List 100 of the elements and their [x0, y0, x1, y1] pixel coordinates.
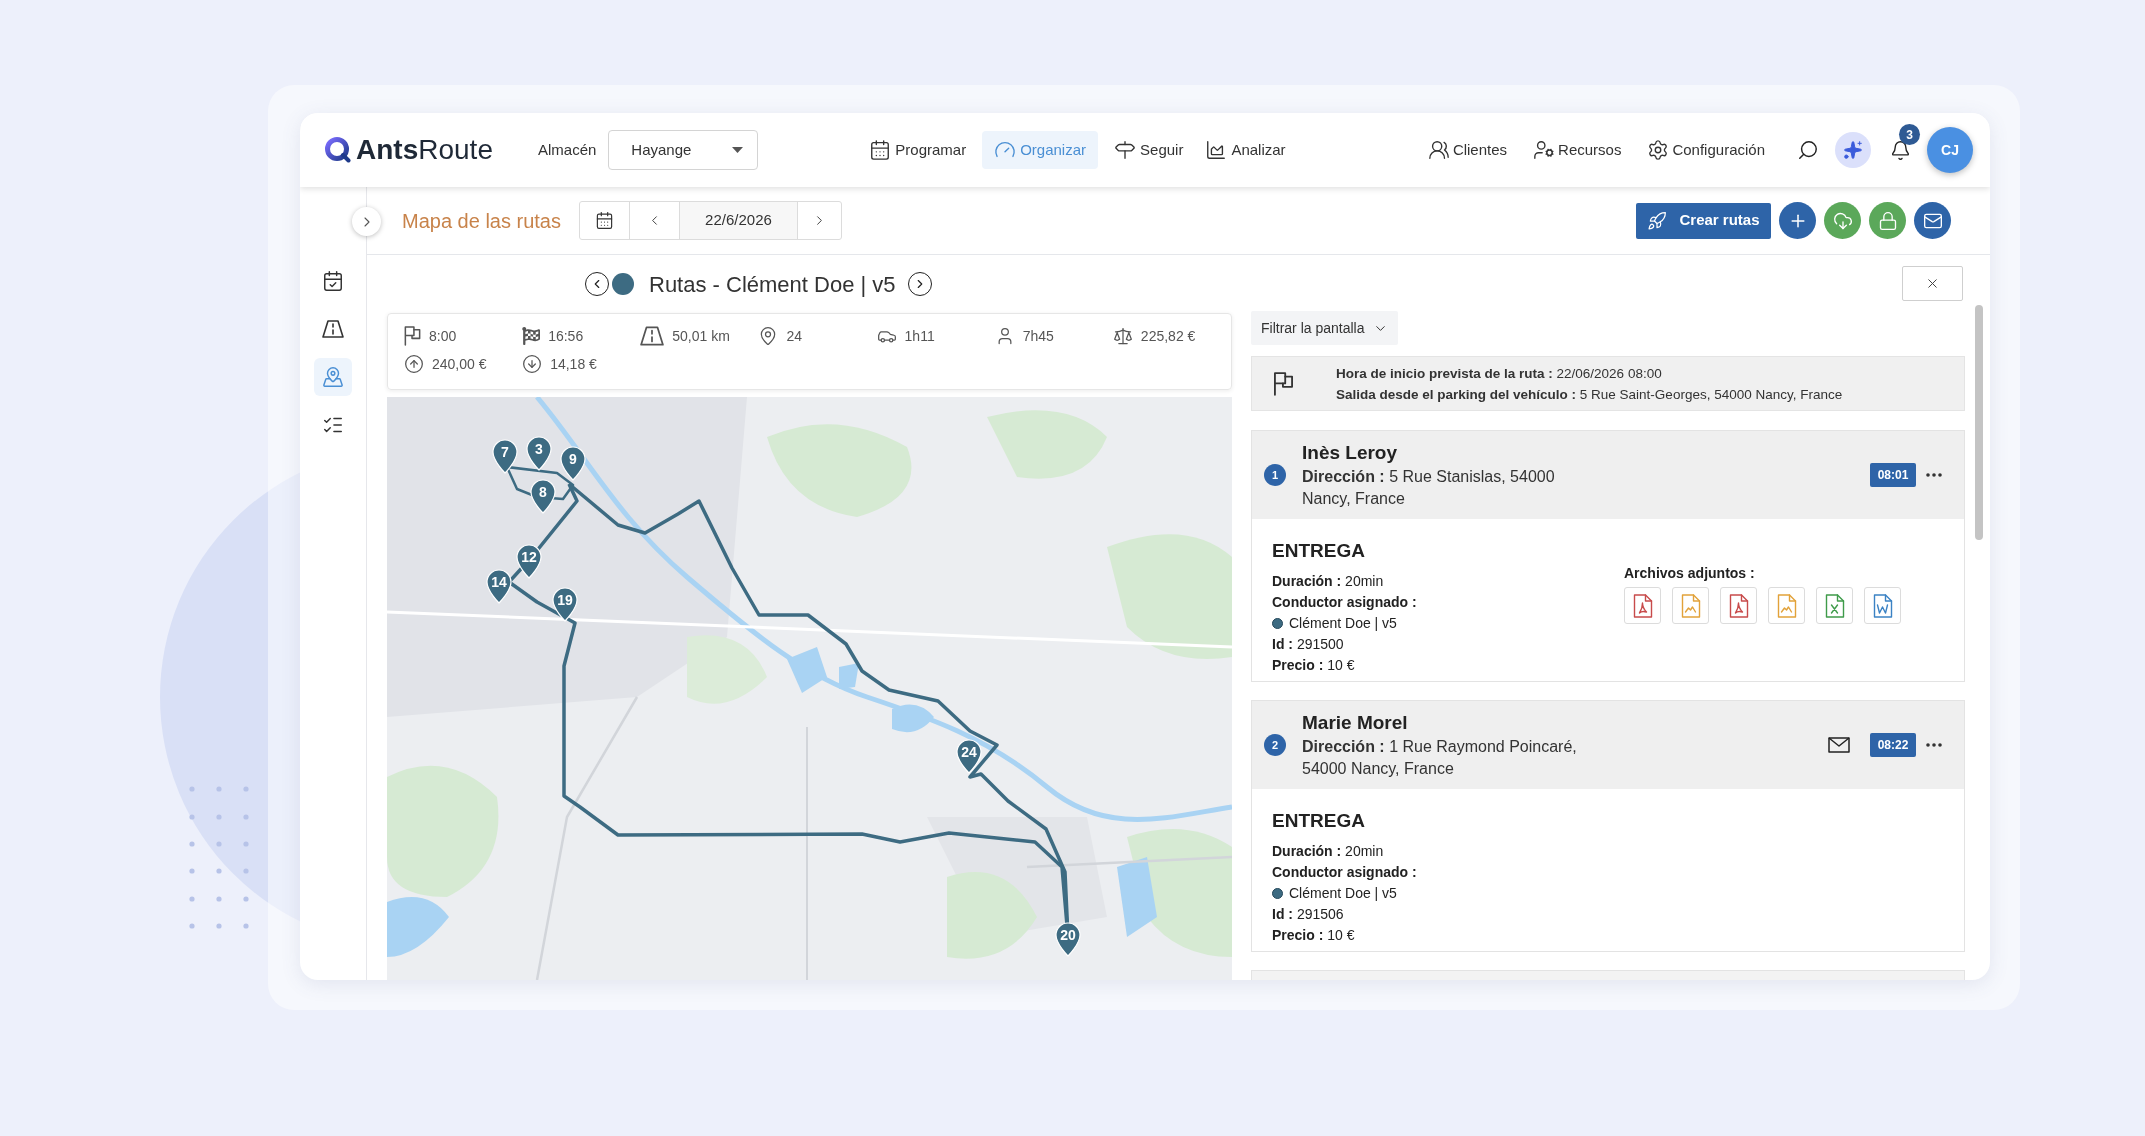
stat-value: 8:00 — [429, 326, 457, 346]
flag-icon — [404, 326, 421, 346]
map-marker[interactable]: 7 — [491, 438, 519, 474]
calendar-icon — [869, 139, 892, 161]
customer-name: Marie Morel — [1302, 711, 1409, 735]
download-button[interactable] — [1824, 202, 1861, 239]
map-marker[interactable]: 3 — [525, 435, 553, 471]
customer-address: Dirección : 1 Rue Raymond Poincaré, 54000 Nancy, France — [1302, 737, 1578, 779]
sparkles-icon — [1843, 140, 1863, 160]
detail-text: Duración : 20min — [1272, 572, 1385, 591]
nav-menu-item[interactable]: Configuración — [1647, 138, 1765, 162]
detail-text: Precio : 10 € — [1272, 656, 1356, 675]
detail-label: Conductor asignado : — [1272, 593, 1418, 612]
caret-down-icon — [732, 147, 744, 153]
image-file-icon — [1680, 593, 1701, 618]
lock-icon — [1877, 210, 1898, 231]
checkered-flag-icon — [522, 327, 541, 345]
chart-icon — [1205, 139, 1228, 161]
warehouse-select[interactable]: Hayange — [608, 130, 759, 170]
customer-address: Dirección : 5 Rue Stanislas, 54000 Nancy, France — [1302, 467, 1556, 509]
cloud-download-icon — [1832, 210, 1853, 231]
arrow-down-circle-icon — [522, 354, 543, 374]
stat-value: 225,82 € — [1140, 326, 1196, 346]
more-icon — [1926, 473, 1942, 477]
scale-icon — [1112, 326, 1133, 346]
flag-icon — [1273, 371, 1294, 396]
assistant-button[interactable] — [1835, 132, 1871, 168]
nav-menu-item[interactable]: Seguir — [1108, 131, 1190, 169]
task-type: ENTREGA — [1272, 539, 1366, 563]
detail-label: Conductor asignado : — [1272, 863, 1418, 882]
stat-value: 16:56 — [548, 326, 584, 346]
attachment-file[interactable] — [1864, 587, 1901, 624]
nav-menu-item[interactable]: Analizar — [1199, 131, 1292, 169]
search-icon — [1797, 139, 1819, 161]
logo-icon[interactable] — [325, 137, 351, 163]
stat-value: 240,00 € — [432, 354, 487, 374]
nav-menu-item[interactable]: Recursos — [1533, 138, 1622, 162]
task-type: ENTREGA — [1272, 809, 1366, 833]
notification-count: 3 — [1899, 124, 1920, 145]
map-marker[interactable]: 14 — [485, 568, 513, 604]
detail-text: Id : 291500 — [1272, 635, 1345, 654]
bell-icon — [1889, 139, 1911, 161]
map-marker[interactable]: 12 — [515, 543, 543, 579]
route-start-text: Salida desde el parking del vehículo : 5 Rue Saint-Georges, 54000 Nancy, France — [1336, 385, 1843, 403]
people-icon — [1427, 139, 1450, 161]
detail-text: Duración : 20min — [1272, 842, 1385, 861]
stop-card[interactable]: 2 Marie Morel Dirección : 1 Rue Raymond Poincaré, 54000 Nancy, France 08:22 ENTREGA Duración : 20min Conductor asignado : Clément Doe | v5 Id : 291506 Precio : 10 € — [1251, 700, 1965, 952]
time-badge: 08:01 — [1870, 463, 1916, 487]
calendar-icon — [595, 211, 614, 230]
warehouse-label: Almacén — [537, 139, 597, 160]
map-marker[interactable]: 19 — [551, 586, 579, 622]
pdf-file-icon — [1728, 593, 1749, 618]
email-button[interactable] — [1914, 202, 1951, 239]
stat-value: 7h45 — [1022, 326, 1054, 346]
stat-value: 1h11 — [904, 326, 935, 346]
time-badge: 08:22 — [1870, 733, 1916, 757]
lock-button[interactable] — [1869, 202, 1906, 239]
driver-name: Clément Doe | v5 — [1289, 614, 1397, 633]
attachment-file[interactable] — [1816, 587, 1853, 624]
map-marker[interactable]: 8 — [529, 478, 557, 514]
stop-number-badge: 2 — [1264, 734, 1286, 756]
date-field[interactable]: 22/6/2026 — [680, 202, 798, 239]
stat-value: 24 — [786, 326, 802, 346]
map-marker[interactable]: 24 — [955, 738, 983, 774]
stat-value: 50,01 km — [672, 326, 730, 346]
map-marker[interactable]: 9 — [559, 445, 587, 481]
user-gear-icon — [1533, 139, 1556, 161]
route-start-text: Hora de inicio prevista de la ruta : 22/06/2026 08:00 — [1336, 364, 1663, 382]
road-icon — [322, 318, 344, 340]
calendar-check-icon — [322, 270, 344, 292]
add-button[interactable] — [1779, 202, 1816, 239]
road-icon — [640, 326, 665, 346]
scrollbar-thumb[interactable] — [1975, 305, 1983, 540]
detail-text: Precio : 10 € — [1272, 926, 1356, 945]
more-icon — [1926, 743, 1942, 747]
image-file-icon — [1776, 593, 1797, 618]
map-marker[interactable]: 20 — [1054, 921, 1082, 957]
attachment-file[interactable] — [1720, 587, 1757, 624]
create-routes-button[interactable]: Crear rutas — [1636, 202, 1771, 239]
driver-name: Clément Doe | v5 — [1289, 884, 1397, 903]
nav-menu-item[interactable]: Programar — [863, 131, 973, 169]
spreadsheet-file-icon — [1824, 593, 1845, 618]
arrow-up-circle-icon — [404, 354, 424, 374]
nav-menu-item[interactable]: Clientes — [1427, 138, 1508, 162]
stat-value: 14,18 € — [550, 354, 597, 374]
filter-dropdown[interactable]: Filtrar la pantalla — [1251, 311, 1398, 345]
attachment-file[interactable] — [1624, 587, 1661, 624]
stop-number-badge: 1 — [1264, 464, 1286, 486]
route-title: Rutas - Clément Doe | v5 — [649, 270, 896, 299]
logo-text[interactable]: AntsRoute — [356, 136, 493, 164]
close-icon — [1925, 276, 1940, 291]
mail-icon[interactable] — [1828, 737, 1850, 753]
customer-name: Inès Leroy — [1302, 441, 1399, 465]
page-title: Mapa de las rutas — [402, 208, 561, 234]
stop-card[interactable]: 1 Inès Leroy Dirección : 5 Rue Stanislas, 54000 Nancy, France 08:01 ENTREGA Duración : 20min Conductor asignado : Clément Doe | v5 Id : 291500 Precio : 10 € Archivos adjuntos : — [1251, 430, 1965, 682]
settings-icon — [1647, 139, 1670, 161]
map-icon — [322, 366, 344, 388]
document-file-icon — [1872, 593, 1893, 618]
signpost-icon — [1114, 139, 1137, 161]
attachments-label: Archivos adjuntos : — [1624, 564, 1756, 583]
